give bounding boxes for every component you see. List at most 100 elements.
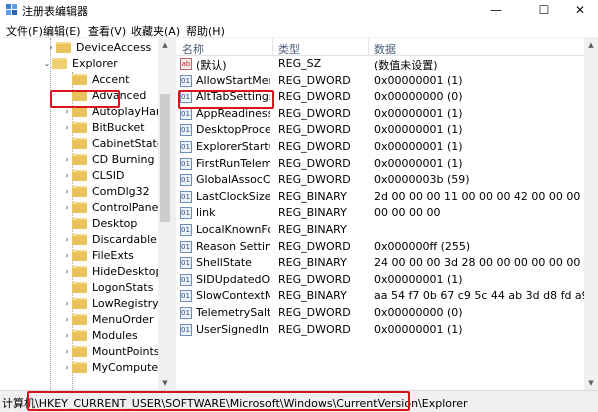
value-type: REG_DWORD xyxy=(278,106,351,120)
tree-item-label: Accent xyxy=(92,72,130,86)
column-divider[interactable] xyxy=(272,38,273,56)
tree-item-discardable[interactable]: › Discardable xyxy=(62,231,157,247)
tree-item-label: ComDlg32 xyxy=(92,184,150,198)
column-data-header[interactable]: 数据 xyxy=(374,41,396,57)
expand-icon[interactable]: › xyxy=(62,247,72,263)
scroll-up-icon[interactable]: ▲ xyxy=(584,38,598,52)
column-divider[interactable] xyxy=(368,38,369,56)
value-row[interactable]: 011 ExplorerStartu... REG_DWORD 0x00000001 … xyxy=(176,139,584,155)
value-row[interactable]: 011 FirstRunTelem... REG_DWORD 0x00000001 (… xyxy=(176,156,584,172)
expand-icon[interactable]: › xyxy=(62,231,72,247)
expand-icon[interactable]: › xyxy=(62,151,72,167)
collapse-icon[interactable]: ⌄ xyxy=(42,55,52,71)
value-type: REG_DWORD xyxy=(278,322,351,336)
menu-edit[interactable]: 编辑(E) xyxy=(43,23,81,39)
tree-item-comdlg32[interactable]: › ComDlg32 xyxy=(62,183,150,199)
value-row[interactable]: 011 UserSignedIn REG_DWORD 0x00000001 (1) xyxy=(176,322,584,338)
value-row[interactable]: 011 LastClockSize REG_BINARY 2d 00 00 00 11… xyxy=(176,189,584,205)
value-row[interactable]: 011 SIDUpdatedO... REG_DWORD 0x00000001 (1) xyxy=(176,272,584,288)
binary-value-icon: 011 xyxy=(180,273,192,286)
expand-icon[interactable]: › xyxy=(62,359,72,375)
tree-scroll-thumb[interactable] xyxy=(160,94,170,222)
column-header: 名称 类型 数据 xyxy=(176,38,584,56)
folder-icon xyxy=(72,201,87,213)
scroll-down-icon[interactable]: ▼ xyxy=(158,376,172,390)
value-type: REG_BINARY xyxy=(278,256,347,270)
tree-item-fileexts[interactable]: › FileExts xyxy=(62,247,134,263)
menu-help[interactable]: 帮助(H) xyxy=(186,23,225,39)
tree-item-logonstats[interactable]: LogonStats xyxy=(62,279,153,295)
tree-item-label: CabinetState xyxy=(92,136,164,150)
maximize-button[interactable]: ☐ xyxy=(524,0,564,20)
value-row[interactable]: 011 link REG_BINARY 00 00 00 00 xyxy=(176,205,584,221)
close-button[interactable]: ✕ xyxy=(560,0,598,20)
tree-item-cabinetstate[interactable]: CabinetState xyxy=(62,135,164,151)
binary-value-icon: 011 xyxy=(180,157,192,170)
folder-icon xyxy=(72,313,87,325)
expand-icon[interactable]: › xyxy=(62,199,72,215)
expand-icon[interactable]: › xyxy=(46,39,56,55)
tree-item-mountpoints2[interactable]: › MountPoints2 xyxy=(62,343,166,359)
alttabsettings-highlight-box xyxy=(178,90,274,109)
tree-item-label: BitBucket xyxy=(92,120,145,134)
value-row[interactable]: 011 TelemetrySalt REG_DWORD 0x00000000 (0) xyxy=(176,305,584,321)
tree-item-controlpanel[interactable]: › ControlPanel xyxy=(62,199,161,215)
expand-icon[interactable]: › xyxy=(62,311,72,327)
expand-icon[interactable]: › xyxy=(62,263,72,279)
tree-item-accent[interactable]: Accent xyxy=(62,71,129,87)
tree-item-cd-burning[interactable]: › CD Burning xyxy=(62,151,154,167)
column-name-header[interactable]: 名称 xyxy=(182,41,204,57)
value-row[interactable]: 011 SlowContextM... REG_BINARY aa 54 f7 0b … xyxy=(176,288,584,304)
expand-icon[interactable]: › xyxy=(62,119,72,135)
value-name: (默认) xyxy=(196,59,227,72)
regedit-app-icon xyxy=(6,4,17,15)
folder-icon xyxy=(72,345,87,357)
value-type: REG_DWORD xyxy=(278,173,351,187)
tree-scrollbar[interactable]: ▲ ▼ xyxy=(158,38,172,390)
folder-icon xyxy=(72,361,87,373)
expand-icon[interactable]: › xyxy=(62,343,72,359)
menu-view[interactable]: 查看(V) xyxy=(88,23,126,39)
value-data: 0x000000ff (255) xyxy=(374,239,471,253)
menu-file[interactable]: 文件(F) xyxy=(6,23,43,39)
menu-favorites[interactable]: 收藏夹(A) xyxy=(131,23,180,39)
value-row[interactable]: ab (默认) REG_SZ (数值未设置) xyxy=(176,56,584,72)
tree-item-explorer[interactable]: ⌄ Explorer xyxy=(42,55,118,71)
value-type: REG_DWORD xyxy=(278,239,351,253)
value-name: GlobalAssocC... xyxy=(196,173,270,187)
column-type-header[interactable]: 类型 xyxy=(278,41,300,57)
value-row[interactable]: 011 ShellState REG_BINARY 24 00 00 00 3d 28… xyxy=(176,255,584,271)
value-type: REG_BINARY xyxy=(278,206,347,220)
expand-icon[interactable]: › xyxy=(62,295,72,311)
expand-icon[interactable]: › xyxy=(62,183,72,199)
tree-item-modules[interactable]: › Modules xyxy=(62,327,137,343)
value-row[interactable]: 011 Reason Setting REG_DWORD 0x000000ff (25… xyxy=(176,239,584,255)
value-name: SIDUpdatedO... xyxy=(196,272,270,286)
tree-item-desktop[interactable]: Desktop xyxy=(62,215,137,231)
value-name: UserSignedIn xyxy=(196,322,270,336)
tree-item-menuorder[interactable]: › MenuOrder xyxy=(62,311,153,327)
value-row[interactable]: 011 GlobalAssocC... REG_DWORD 0x0000003b (5… xyxy=(176,172,584,188)
scroll-down-icon[interactable]: ▼ xyxy=(584,376,598,390)
explorer-highlight-box xyxy=(50,90,120,108)
tree-item-mycomputer[interactable]: › MyComputer xyxy=(62,359,162,375)
tree-item-label: CD Burning xyxy=(92,152,155,166)
value-row[interactable]: 011 LocalKnownFo... REG_BINARY xyxy=(176,222,584,238)
tree-item-deviceaccess[interactable]: › DeviceAccess xyxy=(46,39,151,55)
minimize-button[interactable]: — xyxy=(476,0,516,20)
value-data: 0x0000003b (59) xyxy=(374,173,470,187)
tree-item-lowregistry[interactable]: › LowRegistry xyxy=(62,295,158,311)
value-row[interactable]: 011 DesktopProcess REG_DWORD 0x00000001 (1) xyxy=(176,122,584,138)
value-row[interactable]: 011 AllowStartMen... REG_DWORD 0x00000001 (… xyxy=(176,73,584,89)
expand-icon[interactable]: › xyxy=(62,167,72,183)
tree-item-clsid[interactable]: › CLSID xyxy=(62,167,124,183)
value-data: 0x00000000 (0) xyxy=(374,90,463,104)
scroll-up-icon[interactable]: ▲ xyxy=(158,38,172,52)
tree-item-label: MenuOrder xyxy=(92,312,154,326)
tree-item-bitbucket[interactable]: › BitBucket xyxy=(62,119,145,135)
expand-icon[interactable]: › xyxy=(62,327,72,343)
value-type: REG_BINARY xyxy=(278,189,347,203)
list-scrollbar[interactable]: ▲ ▼ xyxy=(584,38,598,390)
value-name: LocalKnownFo... xyxy=(196,223,270,236)
tree-item-hidedesktopicons[interactable]: › HideDesktopIc xyxy=(62,263,171,279)
